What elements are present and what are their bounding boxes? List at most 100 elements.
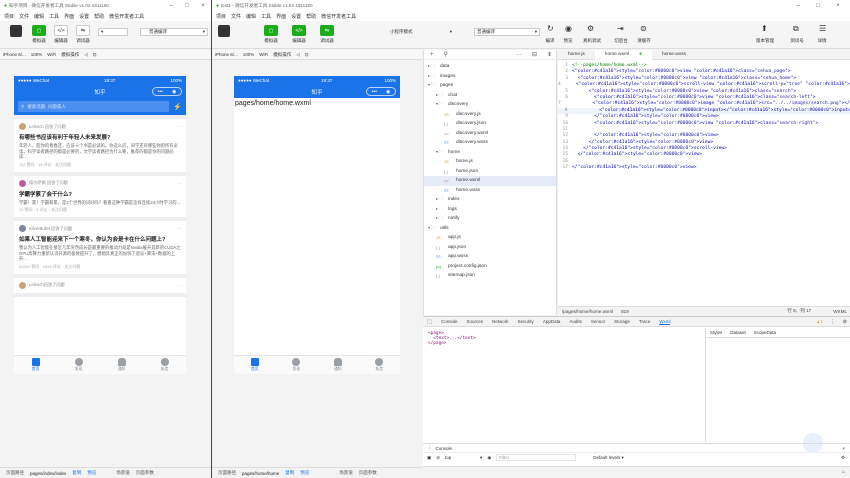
rotate-icon[interactable]: ◁ [296, 52, 299, 58]
notification-icon[interactable]: ⌂ [842, 469, 845, 475]
feed-item[interactable]: Leleuch 回答了问题 ··· 有哪些书应该有利于年轻人未来发展? 年轻人，趁… [14, 119, 186, 176]
tab-discover[interactable]: 发现 [74, 358, 83, 372]
test-account-icon[interactable]: ⧉ [793, 24, 799, 34]
item-more-icon[interactable]: ··· [177, 226, 181, 231]
feed-item[interactable]: Leleuch回答了问题 ··· [14, 277, 186, 297]
eye-icon[interactable]: ◉ [487, 455, 491, 461]
compile-mode-select[interactable]: 普通编译 ▾ [474, 28, 540, 36]
close-capsule-icon[interactable]: ◉ [172, 89, 176, 95]
ask-question-icon[interactable]: ⚡ [173, 103, 182, 111]
left-menu-item[interactable]: 界面 [64, 13, 74, 20]
editor-tab[interactable]: home.js [558, 50, 595, 60]
console-filter-input[interactable]: Filter [496, 454, 577, 461]
capsule-button[interactable]: ••• ◉ [366, 87, 396, 96]
devtools-tab-audits[interactable]: Audits [569, 319, 582, 324]
debugger-toggle-button[interactable]: ⇆ [320, 25, 334, 36]
real-debug-icon[interactable]: ⚙ [587, 24, 594, 33]
right-menu-item[interactable]: 界面 [276, 13, 286, 20]
devtools-tab-wxml[interactable]: Wxml [659, 319, 671, 325]
right-menu-item[interactable]: 文件 [231, 13, 241, 20]
file-tree-item[interactable]: ≡≡ app.wxss [424, 252, 556, 262]
file-tree-item[interactable]: <> discovery.wxml [424, 129, 556, 139]
devtools-close-icon[interactable]: ⊘ [843, 319, 847, 325]
compile-mode-select[interactable]: 普通编译 ▾ [140, 28, 208, 36]
preview-link[interactable]: 预览 [87, 470, 96, 476]
copy-link[interactable]: 复制 [72, 470, 81, 476]
tab-messages[interactable]: 私信 [375, 358, 384, 372]
minimize-button[interactable]: – [163, 0, 179, 11]
left-menu-item[interactable]: 工具 [49, 13, 59, 20]
editor-toggle-button[interactable]: </> [292, 25, 306, 36]
device-select[interactable]: iPhone 6/... [215, 52, 238, 57]
maximize-button[interactable]: □ [810, 0, 826, 11]
file-tree-item[interactable]: ▸ 🗀 images [424, 72, 556, 82]
file-tree-item[interactable]: ▸ 🗀 logs [424, 205, 556, 215]
right-menu-item[interactable]: 帮助 [306, 13, 316, 20]
miniprogram-mode-select[interactable]: 小程序模式 ▾ [388, 28, 452, 36]
params-button[interactable]: 页面参数 [359, 470, 377, 476]
close-button[interactable]: × [830, 0, 846, 11]
right-menu-item[interactable]: 项目 [216, 13, 226, 20]
feed-item[interactable]: 德尔萨斯 回答了问题 ··· 学霸学累了会干什么? 学霸！累！学霸和累，是2个世界… [14, 175, 186, 221]
left-menu-item[interactable]: 文件 [19, 13, 29, 20]
devtools-tab-sources[interactable]: Sources [467, 319, 484, 324]
tab-home[interactable]: 首页 [31, 358, 40, 372]
devtools-tab-network[interactable]: Network [492, 319, 509, 324]
left-menu-item[interactable]: 设置 [79, 13, 89, 20]
more-icon[interactable]: ··· [516, 52, 522, 58]
file-tree-item[interactable]: { } home.json [424, 167, 556, 177]
preview-icon[interactable]: ◉ [565, 24, 572, 33]
zoom-select[interactable]: 100% [31, 52, 43, 57]
layout-icon[interactable]: ⊟ [532, 51, 537, 58]
item-more-icon[interactable]: ··· [177, 283, 181, 288]
version-icon[interactable]: ⬆ [761, 24, 768, 33]
tab-notify[interactable]: 通知 [117, 358, 126, 372]
network-select[interactable]: WiFi [259, 52, 268, 57]
file-tree-item[interactable]: ▸ 🗀 index [424, 195, 556, 205]
tab-dataset[interactable]: Dataset [730, 330, 746, 335]
devtools-tab-appdata[interactable]: AppData [543, 319, 561, 324]
copy-link[interactable]: 复制 [285, 470, 294, 476]
collapse-icon[interactable]: ⇟ [547, 51, 552, 58]
file-tree-item[interactable]: ▾ 🗁 home [424, 148, 556, 158]
mode-select[interactable]: ▾ [98, 28, 128, 36]
right-menu-item[interactable]: 工具 [261, 13, 271, 20]
drawer-menu-icon[interactable]: ⋮ [427, 445, 432, 451]
add-file-icon[interactable]: + [430, 52, 434, 58]
file-tree-item[interactable]: ▸ 🗀 chat [424, 91, 556, 101]
editor-tab[interactable]: home.wxss [652, 50, 696, 60]
tab-messages[interactable]: 私信 [160, 358, 169, 372]
inspect-icon[interactable]: ⬚ [427, 319, 432, 325]
context-select[interactable]: top [445, 455, 475, 460]
left-menu-item[interactable]: 帮助 [94, 13, 104, 20]
levels-select[interactable]: Default levels ▾ [593, 455, 624, 461]
right-menu-item[interactable]: 微信开发者工具 [321, 13, 356, 20]
rotate-icon[interactable]: ◁ [84, 52, 87, 58]
tab-home[interactable]: 首页 [250, 358, 259, 372]
file-tree-item[interactable]: <> home.wxml [424, 176, 556, 186]
clear-cache-icon[interactable]: ⊜ [640, 24, 647, 33]
minimize-button[interactable]: – [790, 0, 806, 11]
tab-scopedata[interactable]: ScopeData [754, 330, 776, 335]
scene-button[interactable]: 场景值 [339, 470, 353, 476]
file-tree-item[interactable]: ▾ 🗁 discovery [424, 100, 556, 110]
device-select[interactable]: iPhone 6/... [3, 52, 26, 57]
editor-toggle-button[interactable]: </> [54, 25, 68, 36]
more-icon[interactable]: ••• [158, 89, 163, 95]
console-drawer-tab[interactable]: Console [436, 446, 453, 451]
zoom-select[interactable]: 100% [243, 52, 255, 57]
file-tree-item[interactable]: ≡≡ discovery.wxss [424, 138, 556, 148]
search-icon[interactable]: ⚲ [444, 51, 448, 58]
right-menu-item[interactable]: 设置 [291, 13, 301, 20]
more-icon[interactable]: ••• [372, 89, 377, 95]
devtools-menu-icon[interactable]: ⋮ [830, 319, 835, 325]
console-settings-icon[interactable]: ⚙ [841, 455, 845, 461]
file-tree-item[interactable]: { } sitemap.json [424, 271, 556, 281]
devtools-tab-console[interactable]: Console [441, 319, 458, 324]
simulator-toggle-button[interactable]: ▢ [264, 25, 278, 36]
network-select[interactable]: WiFi [47, 52, 56, 57]
screenshot-icon[interactable]: ⊡ [93, 52, 97, 58]
file-tree-item[interactable]: ▾ 🗁 pages [424, 81, 556, 91]
warning-badge[interactable]: ▲1 [816, 319, 823, 324]
left-menu-item[interactable]: 项目 [4, 13, 14, 20]
